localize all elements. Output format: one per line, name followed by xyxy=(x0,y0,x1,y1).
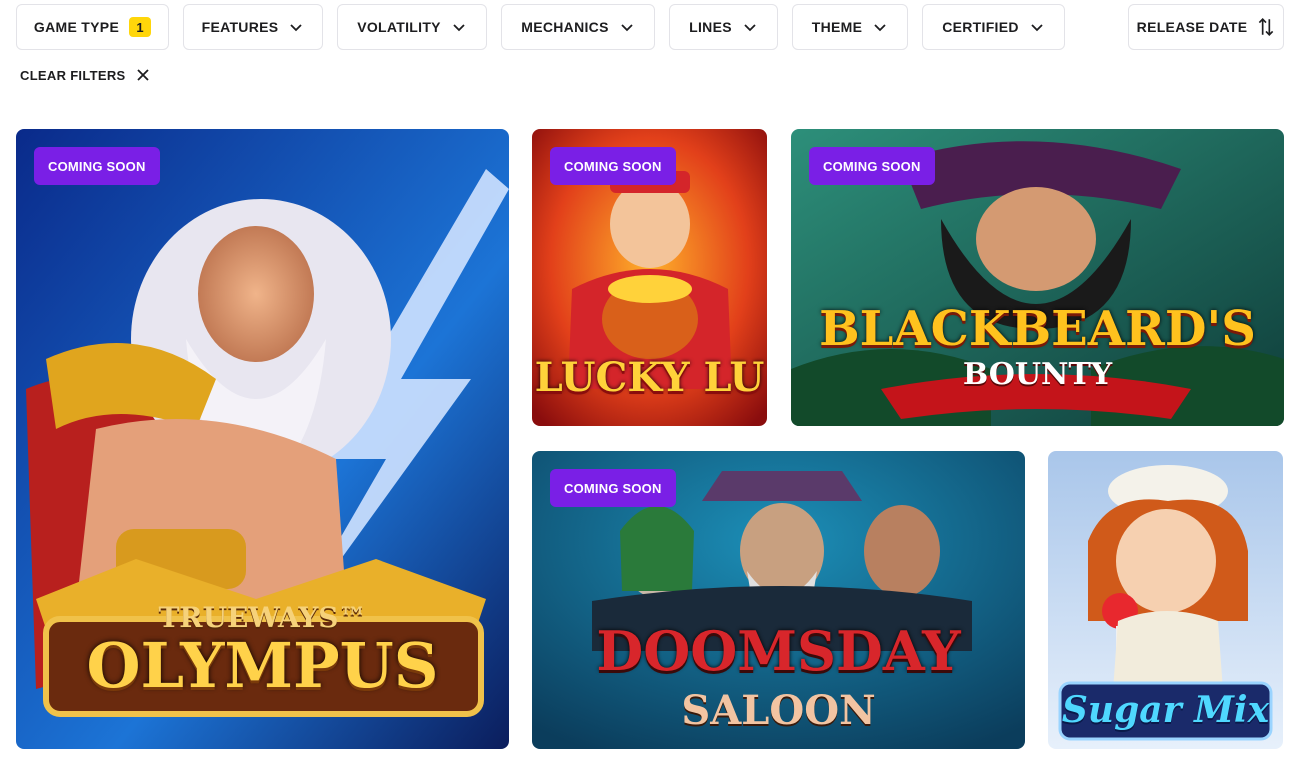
sort-release-date-button[interactable]: RELEASE DATE xyxy=(1128,4,1284,50)
filter-volatility[interactable]: VOLATILITY xyxy=(337,4,487,50)
game-title: LUCKY LU xyxy=(534,354,765,401)
filter-label: MECHANICS xyxy=(521,19,609,35)
filter-label: LINES xyxy=(689,19,732,35)
filter-certified[interactable]: CERTIFIED xyxy=(922,4,1065,50)
chevron-down-icon xyxy=(290,24,303,32)
filter-label: FEATURES xyxy=(201,19,279,35)
chevron-down-icon xyxy=(874,24,886,32)
chevron-down-icon xyxy=(744,24,756,32)
chevron-down-icon xyxy=(1031,24,1043,32)
game-subtitle: SALOON xyxy=(681,687,876,734)
game-title: Sugar Mix xyxy=(1061,689,1270,731)
game-card-doomsday-saloon[interactable]: COMING SOON DOOMSDAY SALOON xyxy=(532,451,1025,749)
game-subtitle: BOUNTY xyxy=(962,357,1113,392)
sort-arrows-icon xyxy=(1259,18,1274,36)
coming-soon-badge: COMING SOON xyxy=(809,147,935,185)
chevron-down-icon xyxy=(621,24,633,32)
chevron-down-icon xyxy=(453,24,465,32)
coming-soon-badge: COMING SOON xyxy=(34,147,160,185)
game-card-blackbeards-bounty[interactable]: COMING SOON BLACKBEARD'S BOUNTY xyxy=(791,129,1284,426)
game-card-lucky-lu[interactable]: COMING SOON LUCKY LU xyxy=(532,129,767,426)
sort-label: RELEASE DATE xyxy=(1136,19,1248,35)
filter-count-badge: 1 xyxy=(129,17,152,37)
game-card-olympus[interactable]: COMING SOON TRUEWAYS™ OLYMPUS xyxy=(16,129,509,749)
game-title: BLACKBEARD'S xyxy=(819,301,1256,357)
filter-label: GAME TYPE xyxy=(33,19,120,35)
filter-lines[interactable]: LINES xyxy=(669,4,778,50)
filter-label: VOLATILITY xyxy=(357,19,441,35)
coming-soon-badge: COMING SOON xyxy=(550,147,676,185)
filter-label: THEME xyxy=(811,19,863,35)
close-icon xyxy=(136,69,149,81)
filter-features[interactable]: FEATURES xyxy=(183,4,323,50)
game-card-sugar-mix[interactable]: Sugar Mix xyxy=(1048,451,1283,749)
filter-game-type[interactable]: GAME TYPE 1 xyxy=(16,4,169,50)
clear-filters-button[interactable]: CLEAR FILTERS xyxy=(20,64,150,86)
clear-filters-label: CLEAR FILTERS xyxy=(20,67,126,83)
game-title: DOOMSDAY xyxy=(596,619,961,683)
game-title: OLYMPUS xyxy=(86,629,439,702)
filter-label: CERTIFIED xyxy=(942,19,1019,35)
coming-soon-badge: COMING SOON xyxy=(550,469,676,507)
filter-mechanics[interactable]: MECHANICS xyxy=(501,4,655,50)
filter-theme[interactable]: THEME xyxy=(792,4,908,50)
